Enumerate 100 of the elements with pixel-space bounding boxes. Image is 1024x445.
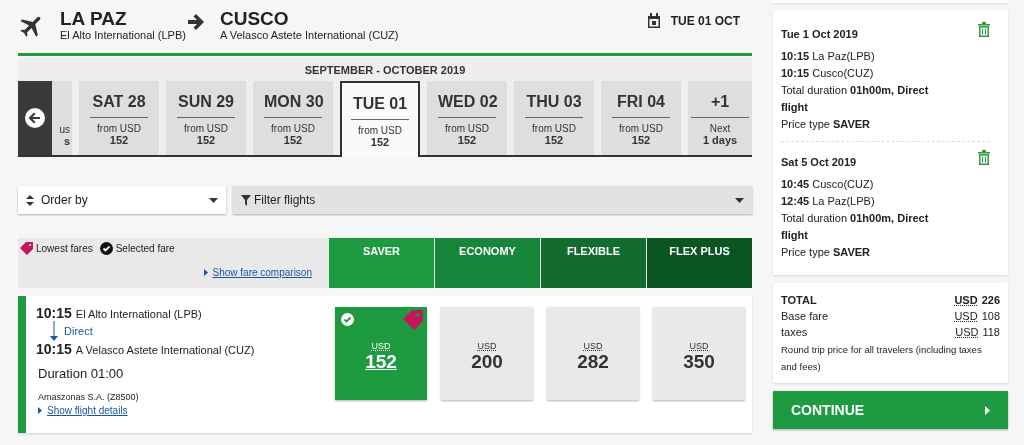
caret-right-icon	[38, 407, 42, 414]
fare-option[interactable]: USD 152	[335, 307, 427, 400]
date-tile[interactable]: WED 02 from USD 152	[427, 81, 507, 155]
price-currency: USD	[955, 325, 979, 340]
date-tile[interactable]: us s	[18, 81, 72, 155]
filter-icon	[241, 194, 251, 206]
down-arrow-icon	[50, 321, 58, 341]
fare-price: 200	[471, 351, 503, 373]
price-currency: USD	[954, 309, 978, 324]
tile-price: s	[63, 135, 71, 147]
fare-option[interactable]: USD 350	[653, 307, 745, 400]
arrow-right-icon	[185, 12, 206, 32]
date-tile[interactable]: FRI 04 from USD 152	[601, 81, 681, 155]
delete-button[interactable]	[978, 150, 990, 165]
month-label: SEPTEMBER - OCTOBER 2019	[303, 63, 467, 78]
airport-name: El Alto International (LPB)	[75, 308, 202, 320]
price-currency: USD	[954, 293, 978, 308]
tag-icon	[403, 310, 423, 330]
trash-icon	[978, 22, 990, 37]
date-tile[interactable]: SUN 29 from USD 152	[166, 81, 246, 155]
order-by-dropdown[interactable]: Order by	[18, 186, 226, 214]
airport-name: A Velasco Astete International (CUZ)	[219, 29, 399, 42]
tile-label: SUN 29	[177, 81, 235, 118]
price-amount: 118	[982, 325, 1000, 340]
fare-comparison-link[interactable]: Show fare comparison	[212, 267, 312, 278]
check-circle-icon	[341, 313, 354, 326]
continue-button[interactable]: CONTINUE	[773, 391, 1008, 429]
date-tile[interactable]: THU 03 from USD 152	[514, 81, 594, 155]
tile-caption: from USD	[358, 125, 402, 136]
arrow-left-circle-icon	[25, 108, 45, 128]
date-tile[interactable]: MON 30 from USD 152	[253, 81, 333, 155]
delete-button[interactable]	[978, 22, 990, 37]
caret-down-icon	[209, 197, 218, 203]
tile-caption: from USD	[532, 123, 576, 134]
tile-price: 152	[283, 134, 303, 146]
fare-class-header: SAVER	[328, 238, 434, 288]
calendar-icon	[646, 13, 661, 28]
legend-label: Selected fare	[115, 243, 175, 254]
fare-option[interactable]: USD 282	[547, 307, 639, 400]
leg-detail: Price type SAVER	[781, 117, 872, 132]
departure-time: 10:15	[36, 305, 72, 321]
tile-caption: us	[59, 124, 71, 135]
filter-dropdown[interactable]: Filter flights	[233, 186, 752, 214]
tile-price: 1 days	[702, 134, 738, 146]
fare-price: 282	[577, 351, 609, 373]
city-name: CUSCO	[219, 9, 290, 29]
trash-icon	[978, 150, 990, 165]
fare-currency: USD	[689, 341, 709, 351]
price-label: Base fare	[781, 309, 829, 324]
stops-label: Direct	[64, 325, 93, 337]
fare-currency: USD	[583, 341, 603, 351]
fare-price: 152	[365, 351, 397, 373]
tag-icon	[20, 242, 33, 255]
tile-caption: from USD	[184, 123, 228, 134]
flight-details-link[interactable]: Show flight details	[47, 405, 128, 416]
tile-price: 152	[196, 134, 216, 146]
tile-caption: from USD	[271, 123, 315, 134]
tile-price: 152	[457, 134, 477, 146]
tile-caption: from USD	[97, 123, 141, 134]
date-tile[interactable]: SAT 28 from USD 152	[79, 81, 159, 155]
leg-detail: 12:45 La Paz(LPB)	[781, 194, 876, 209]
tile-caption: from USD	[619, 123, 663, 134]
leg-date: Tue 1 Oct 2019	[781, 28, 858, 40]
price-amount: 226	[981, 293, 1000, 308]
caret-right-icon	[203, 269, 208, 276]
fare-class-header: FLEX PLUS	[646, 238, 752, 288]
check-circle-icon	[99, 242, 113, 255]
legend-label: Lowest fares	[36, 243, 93, 254]
city-name: LA PAZ	[60, 9, 128, 29]
arrival-time: 10:15	[36, 341, 72, 357]
price-label: TOTAL	[781, 293, 817, 308]
tile-label: THU 03	[525, 81, 583, 118]
tile-label: TUE 01	[351, 83, 409, 120]
tile-caption: from USD	[445, 123, 489, 134]
fare-currency: USD	[477, 341, 497, 351]
tile-label: SAT 28	[90, 81, 148, 118]
fare-price: 350	[683, 351, 715, 373]
tile-label: WED 02	[438, 81, 496, 118]
tile-caption: Next	[709, 123, 731, 134]
caret-right-icon	[985, 405, 990, 415]
date-tile[interactable]: TUE 01 from USD 152	[340, 81, 420, 157]
leg-detail: Total duration 01h00m, Direct flight	[781, 211, 930, 243]
fare-option[interactable]: USD 200	[441, 307, 533, 400]
caret-down-icon	[735, 197, 744, 203]
tile-label: +1	[691, 81, 749, 118]
leg-detail: 10:15 La Paz(LPB)	[781, 49, 876, 64]
date-tile[interactable]: +1 Next 1 days	[688, 81, 752, 155]
leg-date: Sat 5 Oct 2019	[781, 156, 857, 168]
leg-detail: Price type SAVER	[781, 245, 872, 260]
tile-price: 152	[370, 136, 390, 148]
tile-price: 152	[544, 134, 564, 146]
fare-currency: USD	[371, 341, 391, 351]
previous-button[interactable]	[18, 81, 52, 155]
airport-name: A Velasco Astete International (CUZ)	[75, 344, 255, 356]
leg-detail: 10:45 Cusco(CUZ)	[781, 177, 875, 192]
tile-price: 152	[109, 134, 129, 146]
leg-detail: 10:15 Cusco(CUZ)	[781, 66, 875, 81]
price-amount: 108	[981, 309, 1000, 324]
leg-detail: Total duration 01h00m, Direct flight	[781, 83, 930, 115]
selected-date: TUE 01 OCT	[670, 13, 740, 28]
